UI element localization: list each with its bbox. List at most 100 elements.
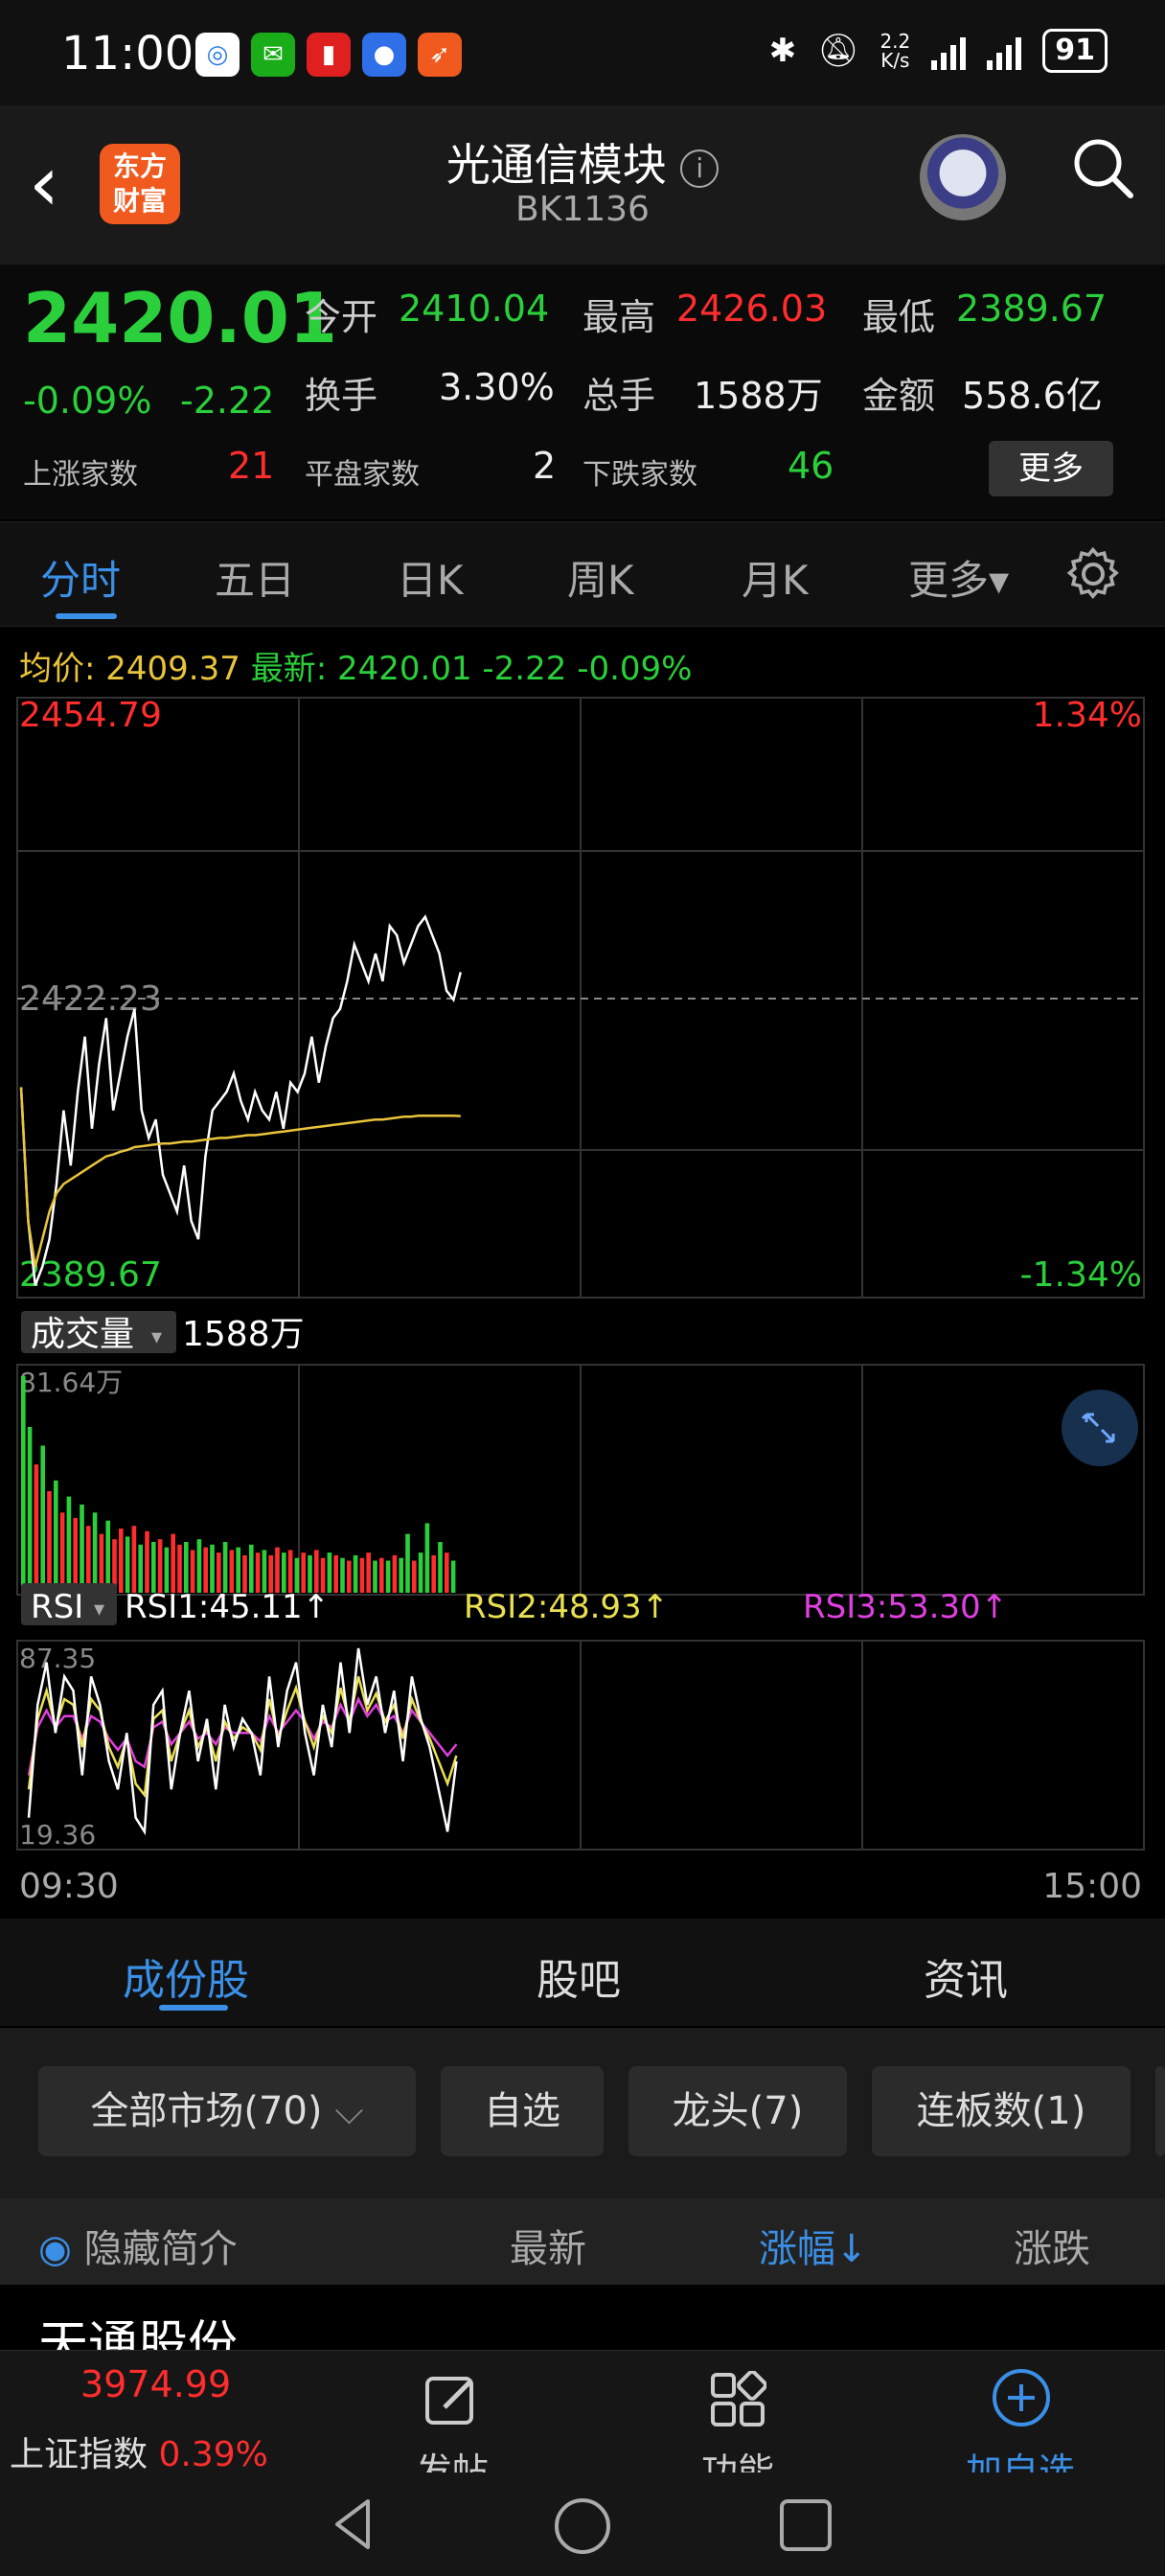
nav-home-icon[interactable] bbox=[552, 2496, 613, 2557]
volume-max-label: 81.64万 bbox=[19, 1367, 123, 1398]
tab-weekly-k[interactable]: 周K bbox=[567, 548, 634, 607]
more-button[interactable]: 更多 bbox=[989, 441, 1113, 496]
price-axis-mid: 2422.23 bbox=[19, 979, 162, 1019]
price-line bbox=[19, 914, 463, 1286]
up-count: 21 bbox=[228, 445, 275, 487]
volume-bar bbox=[366, 1552, 371, 1593]
nav-recents-icon[interactable] bbox=[778, 2497, 834, 2553]
tab-forum[interactable]: 股吧 bbox=[537, 1945, 621, 2007]
rsi1-line bbox=[27, 1647, 458, 1836]
volume-bar bbox=[340, 1557, 345, 1593]
volume-bar bbox=[138, 1544, 143, 1593]
volume-bar bbox=[145, 1530, 149, 1593]
volume-bar bbox=[105, 1520, 110, 1593]
volume-bar bbox=[314, 1550, 319, 1593]
search-icon[interactable] bbox=[1069, 134, 1136, 201]
volume-bar bbox=[184, 1542, 189, 1593]
volume-bar bbox=[229, 1550, 235, 1593]
high-label: 最高 bbox=[582, 296, 656, 338]
volume-bar bbox=[164, 1547, 170, 1593]
tab-daily-k[interactable]: 日K bbox=[397, 548, 464, 607]
rsi-dropdown-icon: ▾ bbox=[94, 1598, 104, 1622]
price-axis-top: 2454.79 bbox=[19, 696, 162, 735]
volume-bar bbox=[203, 1547, 208, 1593]
volume-bar bbox=[445, 1552, 449, 1593]
volume-bar bbox=[399, 1557, 403, 1593]
turnover-label: 换手 bbox=[305, 375, 378, 417]
leader-filter[interactable]: 龙头(7) bbox=[628, 2066, 847, 2156]
volume-bar bbox=[131, 1526, 137, 1593]
tab-monthly-k[interactable]: 月K bbox=[742, 548, 809, 607]
up-count-label: 上涨家数 bbox=[23, 458, 138, 492]
rsi-grid bbox=[16, 1640, 1145, 1851]
tab-intraday[interactable]: 分时 bbox=[40, 548, 121, 607]
price-info-line: 均价: 2409.37 最新: 2420.01 -2.22 -0.09% bbox=[19, 650, 693, 688]
change-percent: -0.09% bbox=[23, 380, 152, 422]
system-icons: ✱ 🔕︎ 2.2 K/s 91 bbox=[769, 29, 1108, 73]
hide-intro-toggle[interactable]: ◉ 隐藏简介 bbox=[38, 2218, 238, 2273]
volume-bar bbox=[151, 1542, 156, 1593]
volume-bars bbox=[21, 1376, 456, 1593]
clock: 11:00 bbox=[61, 27, 194, 80]
stock-name: 天通股份 bbox=[38, 2316, 239, 2352]
nav-back-icon[interactable] bbox=[326, 2496, 383, 2553]
volume-bar bbox=[177, 1544, 182, 1593]
list-item[interactable]: 天通股份 bbox=[0, 2285, 1165, 2352]
volume-bar bbox=[59, 1512, 65, 1593]
time-axis-end: 15:00 bbox=[1042, 1867, 1142, 1906]
last-price: 2420.01 bbox=[23, 278, 337, 358]
volume-value: 1588万 bbox=[694, 375, 823, 417]
index-value[interactable]: 3974.99 bbox=[80, 2363, 231, 2405]
index-ticker[interactable]: 上证指数 0.39% bbox=[10, 2426, 268, 2476]
volume-label: 总手 bbox=[582, 375, 656, 417]
tab-news[interactable]: 资讯 bbox=[924, 1945, 1008, 2007]
volume-bar bbox=[217, 1552, 221, 1593]
volume-bar bbox=[73, 1517, 78, 1593]
signal-icon-2 bbox=[987, 32, 1022, 70]
tab-constituents[interactable]: 成份股 bbox=[123, 1945, 249, 2007]
volume-bar bbox=[157, 1539, 163, 1593]
volume-bar bbox=[438, 1542, 443, 1593]
market-filter-dropdown[interactable]: 全部市场(70) ⌵ bbox=[38, 2066, 416, 2156]
rsi2-value: RSI2:48.93↑ bbox=[464, 1588, 669, 1626]
volume-bar bbox=[301, 1552, 306, 1593]
volume-selector-label: 成交量 bbox=[31, 1315, 134, 1354]
info-icon[interactable]: i bbox=[680, 149, 720, 188]
tab-five-day[interactable]: 五日 bbox=[215, 548, 295, 607]
column-change[interactable]: 涨跌 bbox=[1014, 2218, 1090, 2273]
high-value: 2426.03 bbox=[676, 288, 828, 330]
limit-up-streak-filter[interactable]: 连板数(1) bbox=[872, 2066, 1131, 2156]
more-filters-peek bbox=[1155, 2066, 1165, 2156]
expand-icon[interactable] bbox=[1062, 1390, 1138, 1466]
rsi1-value: RSI1:45.11↑ bbox=[125, 1588, 330, 1626]
net-speed: 2.2 K/s bbox=[879, 30, 911, 72]
settings-gear-icon[interactable] bbox=[1065, 546, 1121, 602]
volume-bar bbox=[379, 1557, 384, 1593]
watchlist-filter[interactable]: 自选 bbox=[441, 2066, 604, 2156]
intraday-chart[interactable]: 2454.79 2422.23 2389.67 1.34% -1.34% 成交量… bbox=[0, 690, 1165, 1917]
volume-bar bbox=[353, 1554, 358, 1593]
low-value: 2389.67 bbox=[956, 288, 1108, 330]
volume-bar bbox=[171, 1533, 175, 1593]
assistant-robot-icon[interactable] bbox=[920, 134, 1006, 220]
post-edit-icon[interactable] bbox=[423, 2371, 481, 2428]
volume-bar bbox=[275, 1547, 280, 1593]
volume-total: 1588万 bbox=[182, 1315, 305, 1354]
column-change-pct[interactable]: 涨幅↓ bbox=[759, 2218, 868, 2273]
volume-bar bbox=[34, 1464, 39, 1593]
volume-bar bbox=[373, 1560, 377, 1593]
volume-bar bbox=[196, 1539, 202, 1593]
tab-more[interactable]: 更多▾ bbox=[908, 548, 1009, 607]
volume-bar bbox=[210, 1544, 215, 1593]
column-latest[interactable]: 最新 bbox=[510, 2218, 586, 2273]
volume-bar bbox=[287, 1550, 293, 1593]
volume-dropdown-icon: ▾ bbox=[151, 1325, 162, 1349]
flat-count-label: 平盘家数 bbox=[305, 458, 420, 492]
chevron-down-icon: ⌵ bbox=[334, 2089, 364, 2133]
add-circle-icon[interactable] bbox=[991, 2367, 1052, 2428]
message-app-icon: ● bbox=[362, 33, 406, 77]
volume-bar bbox=[359, 1557, 365, 1593]
volume-bar bbox=[431, 1554, 436, 1593]
apps-grid-icon[interactable] bbox=[709, 2371, 766, 2428]
eastmoney-app-icon: ➶ bbox=[418, 33, 462, 77]
